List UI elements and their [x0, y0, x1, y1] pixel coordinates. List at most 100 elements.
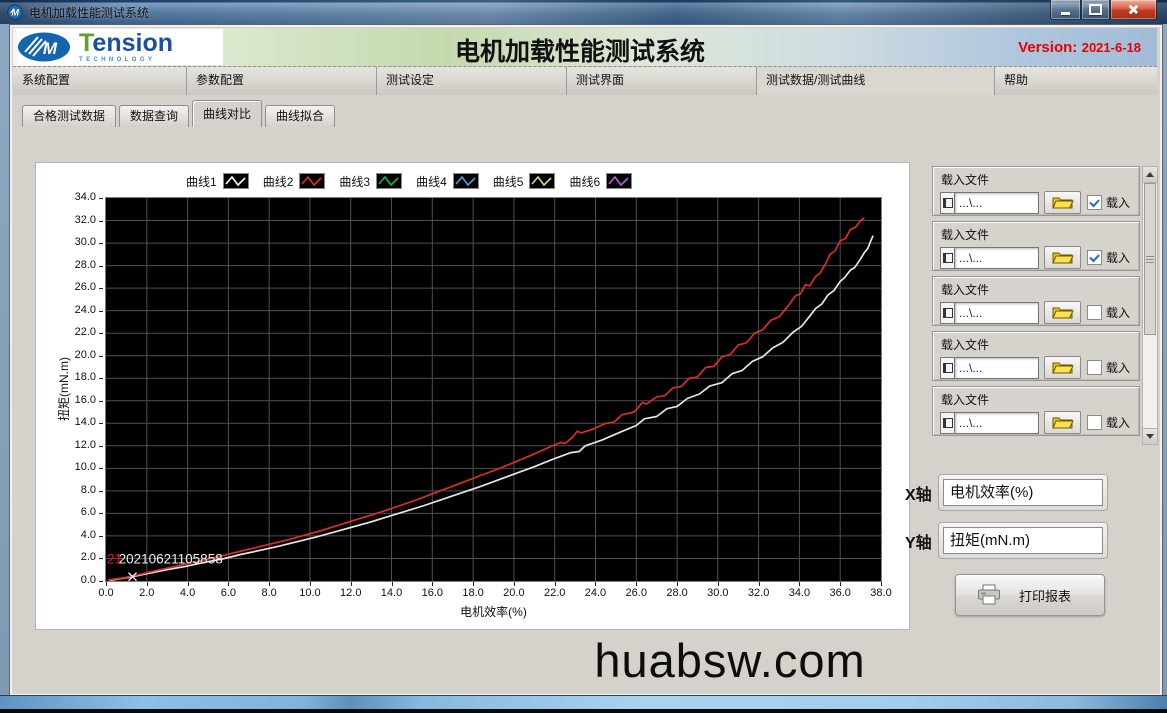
close-button[interactable] — [1110, 0, 1157, 20]
file-loader-group: 载入文件...\...载入 — [932, 386, 1140, 436]
window-bottom-border — [0, 695, 1167, 710]
x-tick-mark — [351, 582, 352, 586]
browse-folder-button[interactable] — [1044, 301, 1081, 324]
x-tick-label: 18.0 — [462, 587, 483, 599]
legend-item[interactable]: 曲线1 — [186, 173, 249, 190]
x-axis-field-value[interactable]: 电机效率(%) — [943, 479, 1103, 506]
loaders-scrollbar[interactable] — [1142, 166, 1158, 445]
version-value: 2021-6-18 — [1082, 40, 1141, 55]
scrollbar-thumb[interactable] — [1144, 183, 1156, 335]
legend-line-icon — [223, 173, 249, 189]
file-loaders-panel: 载入文件...\...载入载入文件...\...载入载入文件...\...载入载… — [932, 166, 1140, 441]
menu-tab[interactable]: 系统配置 — [13, 67, 187, 95]
menu-tab[interactable]: 参数配置 — [187, 67, 377, 95]
print-report-label: 打印报表 — [1002, 586, 1098, 605]
x-tick-label: 20.0 — [503, 587, 524, 599]
load-checkbox-label[interactable]: 载入 — [1106, 359, 1130, 376]
sub-tabbar: 合格测试数据数据查询曲线对比曲线拟合 — [22, 100, 338, 127]
x-tick-mark — [595, 582, 596, 586]
load-checkbox-label[interactable]: 载入 — [1106, 249, 1130, 266]
scroll-up-button[interactable] — [1143, 167, 1157, 183]
legend-item[interactable]: 曲线2 — [263, 173, 326, 190]
plot-canvas: 2120210621105858 — [106, 198, 881, 581]
browse-folder-button[interactable] — [1044, 411, 1081, 434]
menu-tab[interactable]: 测试界面 — [567, 67, 757, 95]
load-checkbox[interactable] — [1087, 305, 1102, 320]
browse-folder-button[interactable] — [1044, 191, 1081, 214]
x-tick-label: 4.0 — [180, 587, 195, 599]
legend-item[interactable]: 曲线3 — [339, 173, 402, 190]
x-tick-label: 38.0 — [870, 587, 891, 599]
file-path-input[interactable]: ...\... — [940, 357, 1039, 379]
load-checkbox-label[interactable]: 载入 — [1106, 414, 1130, 431]
sub-tab[interactable]: 合格测试数据 — [22, 105, 116, 127]
load-checkbox[interactable] — [1087, 415, 1102, 430]
x-tick-mark — [188, 582, 189, 586]
browse-folder-button[interactable] — [1044, 356, 1081, 379]
legend-label: 曲线1 — [186, 173, 217, 190]
browse-folder-button[interactable] — [1044, 246, 1081, 269]
x-tick-mark — [228, 582, 229, 586]
legend-label: 曲线5 — [493, 173, 524, 190]
page-title: 电机加载性能测试系统 — [243, 32, 917, 68]
y-tick-label: 14.0 — [42, 416, 96, 428]
menu-tab[interactable]: 帮助 — [995, 67, 1157, 95]
x-tick-label: 32.0 — [748, 587, 769, 599]
maximize-button[interactable] — [1081, 0, 1110, 20]
file-path-input[interactable]: ...\... — [940, 302, 1039, 324]
arrow-up-icon — [1146, 172, 1154, 177]
sub-tab[interactable]: 曲线对比 — [192, 100, 262, 127]
y-tick-mark — [99, 581, 103, 582]
path-icon — [940, 412, 955, 434]
print-report-button[interactable]: 打印报表 — [955, 574, 1105, 616]
chart-panel: 曲线1曲线2曲线3曲线4曲线5曲线6 扭矩(mN.m) 212021062110… — [35, 162, 910, 630]
y-axis-field-value[interactable]: 扭矩(mN.m) — [943, 527, 1103, 554]
y-tick-label: 22.0 — [42, 326, 96, 338]
y-tick-mark — [99, 243, 103, 244]
sub-tab[interactable]: 曲线拟合 — [265, 105, 335, 127]
path-icon — [940, 302, 955, 324]
file-path-input[interactable]: ...\... — [940, 412, 1039, 434]
file-loader-group: 载入文件...\...载入 — [932, 331, 1140, 381]
x-tick-label: 16.0 — [422, 587, 443, 599]
x-tick-mark — [310, 582, 311, 586]
file-path-input[interactable]: ...\... — [940, 247, 1039, 269]
y-axis-field[interactable]: 扭矩(mN.m) — [938, 522, 1108, 559]
y-tick-mark — [99, 558, 103, 559]
path-icon — [940, 192, 955, 214]
legend-item[interactable]: 曲线5 — [493, 173, 556, 190]
y-tick-label: 30.0 — [42, 236, 96, 248]
load-checkbox-label[interactable]: 载入 — [1106, 304, 1130, 321]
load-checkbox[interactable] — [1087, 195, 1102, 210]
sub-tab[interactable]: 数据查询 — [119, 105, 189, 127]
minimize-button[interactable] — [1050, 0, 1081, 20]
loader-row: ...\... 载入 — [933, 246, 1139, 269]
y-tick-mark — [99, 288, 103, 289]
load-checkbox-label[interactable]: 载入 — [1106, 194, 1130, 211]
svg-text:M: M — [43, 39, 58, 58]
y-tick-mark — [99, 491, 103, 492]
loader-row: ...\... 载入 — [933, 356, 1139, 379]
legend-item[interactable]: 曲线6 — [569, 173, 632, 190]
legend-item[interactable]: 曲线4 — [416, 173, 479, 190]
file-loader-group: 载入文件...\...载入 — [932, 276, 1140, 326]
app-icon: M — [7, 4, 23, 20]
x-axis-field[interactable]: 电机效率(%) — [938, 474, 1108, 511]
tension-logo: M Tension TECHNOLOGY — [17, 29, 223, 65]
file-path-input[interactable]: ...\... — [940, 192, 1039, 214]
load-file-label: 载入文件 — [941, 171, 1139, 188]
x-tick-label: 26.0 — [626, 587, 647, 599]
y-tick-mark — [99, 423, 103, 424]
x-axis-control-row: X轴 电机效率(%) — [905, 474, 1108, 511]
chart-legend: 曲线1 曲线2 曲线3 曲线4 曲线5 曲线6 — [186, 171, 646, 191]
y-tick-label: 10.0 — [42, 461, 96, 473]
menu-tab[interactable]: 测试数据/测试曲线 — [757, 67, 995, 95]
menu-tab[interactable]: 测试设定 — [377, 67, 567, 95]
scroll-down-button[interactable] — [1143, 428, 1157, 444]
load-checkbox[interactable] — [1087, 360, 1102, 375]
file-path-value: ...\... — [955, 412, 1039, 434]
y-tick-label: 6.0 — [42, 506, 96, 518]
load-checkbox[interactable] — [1087, 250, 1102, 265]
file-path-value: ...\... — [955, 302, 1039, 324]
title-bar[interactable]: M 电机加载性能测试系统 — [0, 0, 1167, 24]
